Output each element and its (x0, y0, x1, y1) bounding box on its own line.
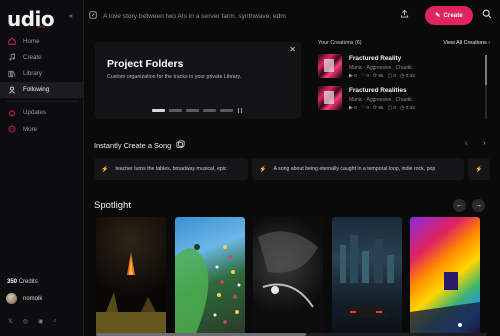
prompts-next-icon[interactable]: › (483, 140, 485, 147)
remix-count: ⟳ 5k (373, 106, 384, 111)
more-icon (7, 125, 16, 134)
sidebar-nav: Home Create Library Following Updates Mo… (0, 33, 84, 137)
instagram-icon[interactable]: ◎ (23, 318, 28, 325)
like-count: ♡ 0 (360, 106, 370, 111)
sparkle-icon: ⚡ (475, 166, 483, 173)
credits-value: 350 (7, 279, 18, 285)
remix-count: ⟳ 5k (373, 74, 384, 79)
collapse-sidebar-icon[interactable]: « (69, 13, 73, 20)
twitter-x-icon[interactable]: 𝕏 (8, 318, 13, 325)
spotlight-prev-icon[interactable]: ← (453, 199, 466, 212)
duration: ◷ 0:32 (400, 74, 415, 79)
beta-tag: beta (37, 24, 45, 29)
sidebar-item-create[interactable]: Create (0, 49, 84, 65)
creations-header: Your Creations (6) View All Creations › (318, 40, 490, 46)
creations-scrollbar-thumb[interactable] (485, 55, 487, 85)
user-icon (7, 85, 16, 94)
like-count: ♡ 0 (360, 74, 370, 79)
song-stats: ▶ 0 ♡ 0 ⟳ 5k ▢ 0 ◷ 0:32 (349, 106, 415, 111)
prompt-suggestion[interactable]: ⚡ A song about being eternally caught in… (252, 158, 464, 180)
upload-icon[interactable] (400, 9, 409, 20)
your-creations-panel: Your Creations (6) View All Creations › … (318, 40, 490, 118)
sidebar: udio beta « Home Create Library Followin… (0, 0, 84, 336)
prompt-edit-icon (89, 11, 97, 21)
carousel-dot[interactable] (203, 109, 216, 112)
carousel-dot[interactable] (186, 109, 199, 112)
sidebar-item-label: Create (23, 53, 42, 61)
profile-menu[interactable]: nomolk (6, 293, 42, 304)
music-note-icon (7, 53, 16, 62)
play-count: ▶ 0 (349, 74, 357, 79)
library-icon (7, 69, 16, 78)
prompt-suggestion[interactable]: ⚡ teacher turns the tables, broadway mus… (94, 158, 248, 180)
create-button[interactable]: ✎ Create (425, 6, 473, 25)
sidebar-item-label: Library (23, 70, 42, 78)
sidebar-item-label: Following (23, 86, 50, 94)
carousel-dot[interactable] (169, 109, 182, 112)
home-icon (7, 37, 16, 46)
udio-logo[interactable]: udio (7, 7, 55, 31)
song-tags[interactable]: Manic · Aggressive · Chaotic (349, 97, 415, 103)
social-links: 𝕏 ◎ ◉ ♪ (8, 318, 56, 325)
search-placeholder: A love story between two AIs in a server… (103, 12, 286, 20)
song-cover[interactable] (318, 86, 342, 110)
view-all-creations-link[interactable]: View All Creations › (443, 40, 490, 46)
sidebar-item-home[interactable]: Home (0, 33, 84, 49)
credits-display[interactable]: 350 Credits (7, 279, 38, 285)
prompt-suggestion[interactable]: ⚡ (468, 158, 490, 180)
sidebar-item-following[interactable]: Following (0, 81, 84, 98)
carousel-dot[interactable] (152, 109, 165, 112)
comment-count: ▢ 0 (387, 106, 396, 111)
comment-count: ▢ 0 (387, 74, 396, 79)
song-title[interactable]: Fractured Realities (349, 87, 415, 94)
instant-create-heading: Instantly Create a Song (94, 140, 185, 151)
spotlight-card[interactable] (175, 217, 245, 336)
prompts-prev-icon[interactable]: ‹ (465, 140, 467, 147)
bell-icon (7, 108, 16, 117)
spotlight-card[interactable] (332, 217, 402, 336)
sidebar-item-more[interactable]: More (0, 121, 84, 137)
top-bar: A love story between two AIs in a server… (84, 0, 500, 32)
sidebar-item-label: More (23, 125, 38, 133)
spotlight-card[interactable] (96, 217, 166, 336)
shuffle-icon[interactable] (176, 140, 185, 151)
discord-icon[interactable]: ◉ (38, 318, 43, 325)
list-item[interactable]: Fractured Realities Manic · Aggressive ·… (318, 86, 490, 112)
song-tags[interactable]: Manic · Aggressive · Chaotic (349, 65, 415, 71)
sidebar-item-updates[interactable]: Updates (0, 105, 84, 121)
song-stats: ▶ 0 ♡ 0 ⟳ 5k ▢ 0 ◷ 0:32 (349, 74, 415, 79)
tiktok-icon[interactable]: ♪ (53, 318, 56, 325)
banner-subtitle: Custom organization for the tracks in yo… (107, 74, 242, 80)
carousel-dots (152, 108, 242, 113)
carousel-dot[interactable] (220, 109, 233, 112)
credits-label: Credits (18, 279, 38, 285)
spotlight-card[interactable] (410, 217, 480, 336)
song-title[interactable]: Fractured Reality (349, 55, 415, 62)
spotlight-heading: Spotlight (94, 200, 131, 211)
banner-title: Project Folders (107, 58, 184, 70)
sparkle-icon: ✎ (435, 12, 441, 19)
sidebar-divider (6, 100, 78, 102)
avatar (6, 293, 17, 304)
sidebar-item-label: Updates (23, 109, 47, 117)
sidebar-item-label: Home (23, 37, 40, 45)
sidebar-item-library[interactable]: Library (0, 66, 84, 82)
song-cover[interactable] (318, 54, 342, 78)
username: nomolk (23, 295, 43, 302)
play-count: ▶ 0 (349, 106, 357, 111)
create-button-label: Create (443, 12, 463, 19)
pause-icon[interactable] (238, 108, 242, 113)
list-item[interactable]: Fractured Reality Manic · Aggressive · C… (318, 54, 490, 80)
sparkle-icon: ⚡ (101, 166, 109, 173)
sparkle-icon: ⚡ (259, 166, 267, 173)
creations-heading: Your Creations (6) (318, 40, 362, 46)
search-input[interactable]: A love story between two AIs in a server… (84, 6, 400, 26)
spotlight-next-icon[interactable]: → (472, 199, 485, 212)
feature-banner[interactable]: Project Folders Custom organization for … (95, 42, 301, 119)
close-icon[interactable]: ✕ (289, 45, 296, 54)
duration: ◷ 0:32 (400, 106, 415, 111)
spotlight-card[interactable] (253, 217, 323, 336)
search-icon[interactable] (482, 9, 492, 21)
